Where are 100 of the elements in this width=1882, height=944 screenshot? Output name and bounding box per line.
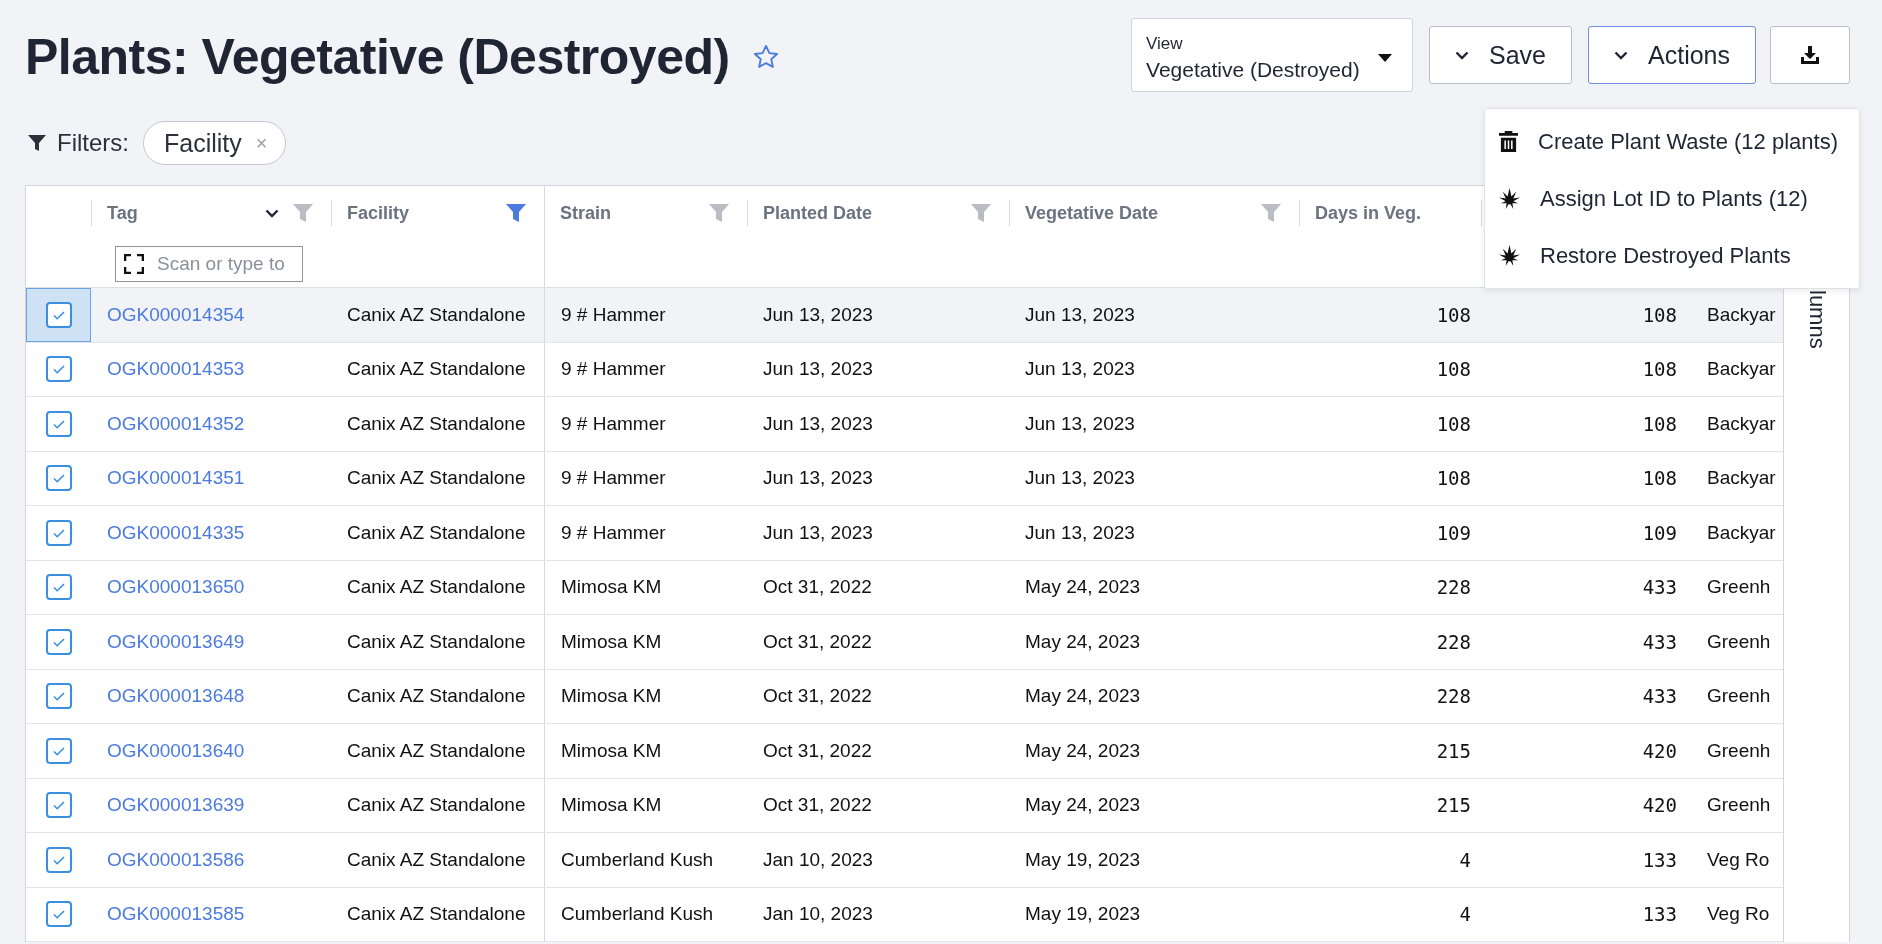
table-cell: 433: [1642, 576, 1677, 599]
checkbox[interactable]: [45, 301, 72, 328]
table-cell: 9 # Hammer: [561, 303, 666, 326]
filter-chip[interactable]: Facility ×: [143, 121, 287, 165]
table-cell: Jun 13, 2023: [1025, 412, 1135, 435]
star-icon[interactable]: [751, 43, 780, 71]
table-cell: 108: [1642, 412, 1677, 435]
checkbox[interactable]: [45, 846, 72, 873]
table-cell: Mimosa KM: [561, 739, 662, 762]
tag-link[interactable]: OGK000013586: [107, 848, 245, 871]
menu-item[interactable]: Assign Lot ID to Plants (12): [1485, 170, 1859, 227]
table-cell: Jan 10, 2023: [763, 848, 873, 871]
table-cell: Greenh: [1707, 576, 1771, 599]
table-cell: Jun 13, 2023: [1025, 358, 1135, 381]
remove-icon[interactable]: ×: [255, 131, 268, 155]
checkbox[interactable]: [45, 901, 72, 928]
tag-link[interactable]: OGK000013649: [107, 630, 245, 653]
table-cell: Oct 31, 2022: [763, 576, 872, 599]
view-select[interactable]: View Vegetative (Destroyed): [1131, 18, 1414, 92]
chevron-icon[interactable]: [265, 208, 279, 218]
table-cell: Greenh: [1707, 685, 1771, 708]
tag-link[interactable]: OGK000013650: [107, 576, 245, 599]
toolbar-button[interactable]: Save: [1429, 26, 1572, 84]
table-cell: 108: [1642, 467, 1677, 490]
checkbox[interactable]: [45, 792, 72, 819]
table-cell: Greenh: [1707, 794, 1771, 817]
table-cell: Canix AZ Standalone: [347, 630, 526, 653]
table-cell: Canix AZ Standalone: [347, 412, 526, 435]
filters-label: Filters:: [57, 129, 129, 157]
checkbox[interactable]: [45, 683, 72, 710]
table-cell: Canix AZ Standalone: [347, 303, 526, 326]
tag-link[interactable]: OGK000014352: [107, 412, 245, 435]
column-header[interactable]: Strain: [560, 202, 611, 224]
table-cell: Oct 31, 2022: [763, 739, 872, 762]
tag-link[interactable]: OGK000013640: [107, 739, 245, 762]
toolbar-button[interactable]: Actions: [1588, 26, 1756, 84]
tag-link[interactable]: OGK000014354: [107, 303, 245, 326]
tag-link[interactable]: OGK000014353: [107, 358, 245, 381]
table-cell: Mimosa KM: [561, 794, 662, 817]
page-title: Plants: Vegetative (Destroyed): [25, 28, 730, 86]
columns-tab[interactable]: lumns: [1803, 290, 1830, 942]
checkbox[interactable]: [45, 628, 72, 655]
column-header[interactable]: Planted Date: [763, 202, 873, 224]
tag-link[interactable]: OGK000013648: [107, 685, 245, 708]
column-header[interactable]: Vegetative Date: [1025, 202, 1159, 224]
chevron-icon: [1614, 50, 1628, 60]
table-cell: Jun 13, 2023: [763, 521, 873, 544]
chevron-icon: [1455, 50, 1470, 60]
table-cell: 433: [1642, 630, 1677, 653]
tag-link[interactable]: OGK000014351: [107, 467, 245, 490]
checkbox[interactable]: [45, 356, 72, 383]
table-cell: 420: [1642, 794, 1677, 817]
table-cell: May 24, 2023: [1025, 685, 1141, 708]
table-cell: 9 # Hammer: [561, 412, 666, 435]
table-cell: Backyar: [1707, 467, 1776, 490]
table-cell: 228: [1436, 630, 1471, 653]
filter-icon[interactable]: [1261, 204, 1281, 222]
table-cell: Mimosa KM: [561, 576, 662, 599]
filter-icon[interactable]: [293, 204, 313, 222]
column-header[interactable]: Tag: [107, 202, 138, 224]
checkbox[interactable]: [45, 519, 72, 546]
table-cell: Backyar: [1707, 521, 1776, 544]
table-cell: Canix AZ Standalone: [347, 848, 526, 871]
table-cell: Jun 13, 2023: [763, 467, 873, 490]
table-cell: Canix AZ Standalone: [347, 903, 526, 926]
table-cell: Cumberland Kush: [561, 903, 714, 926]
table-cell: Jun 13, 2023: [1025, 521, 1135, 544]
table-cell: 108: [1642, 358, 1677, 381]
scan-icon: [124, 254, 144, 274]
trash-icon: [1499, 131, 1518, 152]
search-field[interactable]: Scan or type to: [115, 246, 303, 282]
table-cell: 108: [1436, 467, 1471, 490]
tag-link[interactable]: OGK000014335: [107, 521, 245, 544]
column-header[interactable]: Facility: [347, 202, 410, 224]
menu-item[interactable]: Create Plant Waste (12 plants): [1485, 113, 1859, 170]
table-cell: Mimosa KM: [561, 630, 662, 653]
tag-link[interactable]: OGK000013639: [107, 794, 245, 817]
checkbox[interactable]: [45, 737, 72, 764]
table-cell: Jun 13, 2023: [763, 412, 873, 435]
table-cell: 108: [1642, 303, 1677, 326]
table-cell: Canix AZ Standalone: [347, 521, 526, 544]
filter-icon[interactable]: [971, 204, 991, 222]
table-cell: Canix AZ Standalone: [347, 358, 526, 381]
column-header[interactable]: Days in Veg.: [1315, 202, 1422, 224]
table-cell: 9 # Hammer: [561, 467, 666, 490]
table-cell: 4: [1459, 903, 1471, 926]
checkbox[interactable]: [45, 574, 72, 601]
checkbox[interactable]: [45, 410, 72, 437]
table-cell: 108: [1436, 358, 1471, 381]
filter-icon[interactable]: [709, 204, 729, 222]
checkbox[interactable]: [45, 465, 72, 492]
download-button[interactable]: [1770, 26, 1850, 84]
table-cell: 420: [1642, 739, 1677, 762]
filter-icon[interactable]: [506, 204, 526, 222]
table-cell: Veg Ro: [1707, 848, 1770, 871]
menu-item[interactable]: Restore Destroyed Plants: [1485, 227, 1859, 284]
tag-link[interactable]: OGK000013585: [107, 903, 245, 926]
table-cell: May 24, 2023: [1025, 576, 1141, 599]
download-icon: [1798, 43, 1822, 67]
table-cell: 108: [1436, 412, 1471, 435]
